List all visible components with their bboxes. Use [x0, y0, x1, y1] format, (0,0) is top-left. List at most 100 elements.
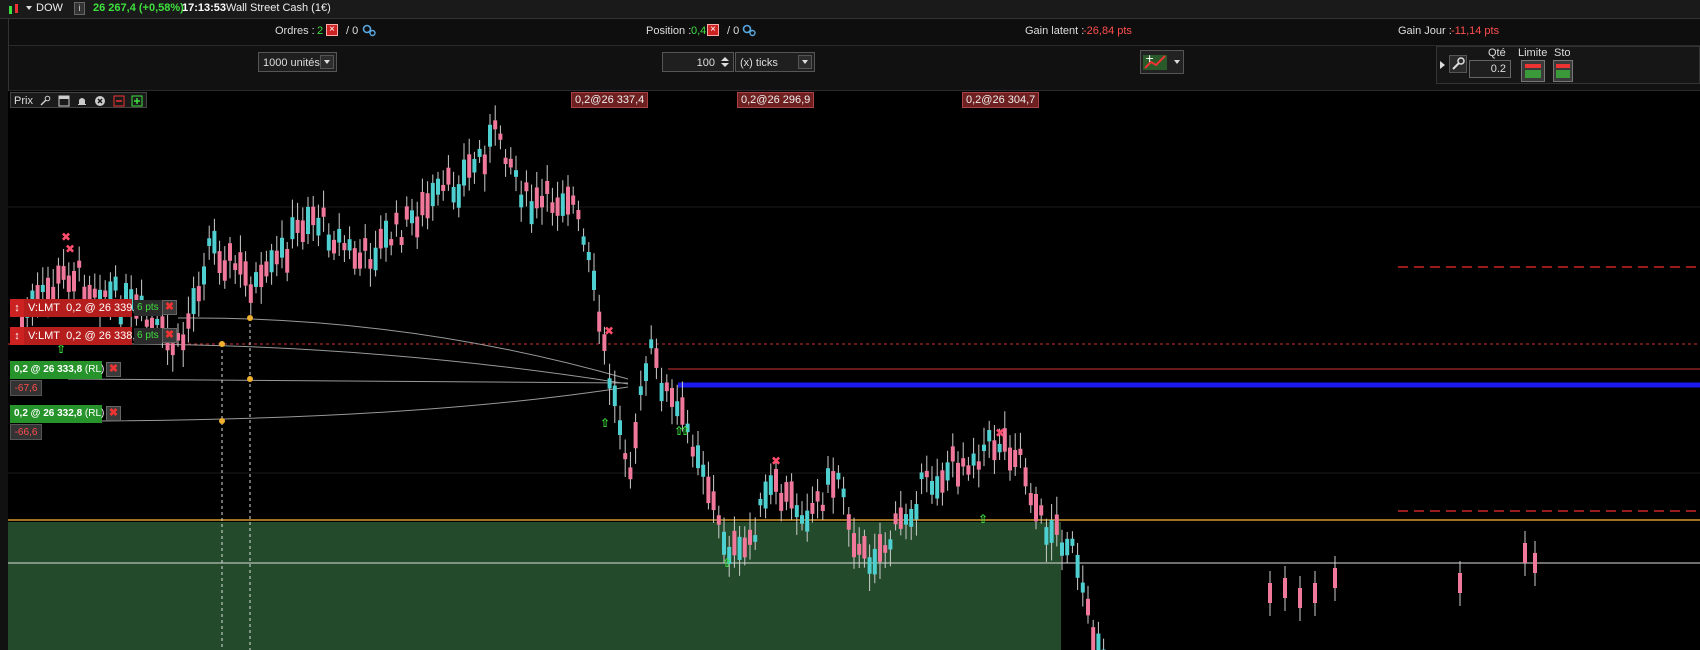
ticks-stepper-icon[interactable]: [719, 55, 731, 69]
candle-body: [66, 275, 71, 292]
expand-arrow-icon[interactable]: [1440, 61, 1445, 69]
bell-icon[interactable]: [76, 95, 88, 107]
candle-body: [1008, 447, 1012, 471]
anchor-dot: [219, 418, 225, 424]
candle-body: [467, 154, 472, 178]
orders-label: Ordres :: [275, 25, 315, 37]
candle-body: [420, 192, 425, 216]
candle-body: [815, 491, 820, 502]
candle-body: [581, 236, 586, 245]
qty-label: Qté: [1488, 47, 1506, 59]
candle-body: [342, 243, 347, 251]
position-settings-icon[interactable]: [742, 24, 756, 40]
candle-body: [753, 535, 758, 542]
candle-body: [914, 504, 919, 520]
drag-handle-icon[interactable]: ↕: [10, 327, 24, 345]
window-icon[interactable]: [58, 95, 70, 107]
candle-body: [212, 230, 217, 254]
cancel-order-button[interactable]: ✖: [162, 328, 177, 343]
trend-curve: [67, 343, 629, 385]
candle-body: [56, 265, 61, 284]
info-icon[interactable]: i: [74, 2, 85, 15]
candle-body: [368, 259, 373, 269]
chart-canvas[interactable]: ✖✖✖✖✖⇧⇧⇧⇧⇧⇧: [8, 91, 1700, 650]
chevron-down-icon[interactable]: [1174, 60, 1180, 64]
close-position-icon[interactable]: ×: [707, 24, 719, 36]
open-position[interactable]: 0,2 @ 26 332,8 (RL) ✖: [10, 405, 130, 423]
candle-body: [233, 263, 238, 271]
candle-body: [987, 430, 992, 442]
close-icon[interactable]: [94, 95, 106, 107]
drag-handle-icon[interactable]: ↕: [10, 299, 24, 317]
candle-body: [1523, 543, 1527, 563]
qty-input[interactable]: 0.2: [1469, 60, 1511, 78]
stop-order-button[interactable]: [1553, 60, 1573, 82]
expand-icon[interactable]: [131, 95, 143, 107]
limit-order-button[interactable]: [1521, 60, 1545, 82]
candle-body: [919, 472, 924, 480]
candle-body: [956, 462, 960, 487]
close-position-button[interactable]: ✖: [106, 362, 121, 377]
candle-body: [836, 472, 841, 480]
candle-body: [716, 515, 721, 525]
chart-type-icon[interactable]: [8, 3, 20, 15]
wrench-icon[interactable]: [39, 95, 51, 107]
candle-body: [711, 491, 716, 511]
candle-body: [217, 251, 222, 274]
symbol-dropdown-icon[interactable]: [26, 6, 32, 10]
symbol-label[interactable]: DOW: [36, 2, 63, 14]
execution-tag[interactable]: 0,2@26 304,7: [962, 92, 1040, 108]
candle-body: [732, 530, 737, 556]
candle-body: [690, 446, 695, 457]
candle-body: [399, 237, 404, 245]
stop-label: Sto: [1554, 47, 1571, 59]
candle-body: [638, 386, 643, 395]
candle-body: [274, 250, 279, 265]
execution-tag[interactable]: 0,2@26 337,4: [571, 92, 649, 108]
pending-order[interactable]: ↕ V:LMT 0,2 @ 26 338,8 6 pts ✖: [10, 327, 180, 345]
candle-body: [924, 470, 929, 478]
cancel-orders-icon[interactable]: ×: [326, 24, 338, 36]
price-chart[interactable]: ✖ ✖ ✖ ✖ ✖ ⇧ ⇧ ⇧ ⇧ ⇧ ⇧ Prix 0,2@26 337,4 0,2@26 296…: [8, 91, 1700, 650]
candle-body: [867, 557, 872, 574]
candle-body: [763, 481, 768, 509]
close-position-button[interactable]: ✖: [106, 406, 121, 421]
candle-body: [316, 217, 321, 236]
orders-settings-icon[interactable]: [362, 24, 376, 40]
qty-value: 0.2: [1490, 63, 1506, 75]
execution-tag[interactable]: 0,2@26 296,9: [737, 92, 815, 108]
pending-order[interactable]: ↕ V:LMT 0,2 @ 26 339,8 6 pts ✖: [10, 299, 180, 317]
candle-body: [1039, 505, 1044, 516]
ticks-unit-select[interactable]: (x) ticks: [735, 52, 815, 72]
cancel-order-button[interactable]: ✖: [162, 300, 177, 315]
candle-body: [498, 133, 503, 140]
candle-body: [1044, 527, 1049, 545]
candle-body: [670, 387, 674, 407]
wrench-icon[interactable]: [1449, 55, 1467, 73]
chevron-down-icon[interactable]: [798, 55, 812, 69]
candle-body: [425, 193, 430, 219]
candle-body: [1533, 553, 1537, 573]
stop-order-icon: [1556, 64, 1570, 78]
candle-body: [337, 228, 342, 243]
trade-tools-button[interactable]: +: [1140, 50, 1184, 74]
trading-toolbar: 1000 unités 100 (x) ticks + Qté 0.2 Limi…: [8, 46, 1700, 91]
chevron-down-icon[interactable]: [320, 55, 334, 69]
units-select[interactable]: 1000 unités: [258, 52, 337, 72]
anchor-dot: [247, 315, 253, 321]
candle-body: [269, 250, 274, 273]
title-bar: DOW i 26 267,4 (+0,58%) 17:13:53 Wall St…: [0, 0, 1700, 19]
candle-body: [862, 535, 867, 559]
candle-body: [982, 444, 986, 452]
candle-body: [373, 247, 378, 271]
candle-body: [352, 248, 357, 269]
candle-body: [1086, 598, 1090, 616]
candle-body: [228, 243, 232, 261]
candle-body: [841, 488, 846, 498]
candle-body: [488, 124, 492, 147]
collapse-icon[interactable]: [113, 95, 125, 107]
open-position[interactable]: 0,2 @ 26 333,8 (RL) ✖: [10, 361, 130, 379]
trend-curve: [67, 386, 629, 422]
ticks-input[interactable]: 100: [662, 52, 734, 72]
buy-marker-icon: ⇧: [680, 424, 690, 438]
